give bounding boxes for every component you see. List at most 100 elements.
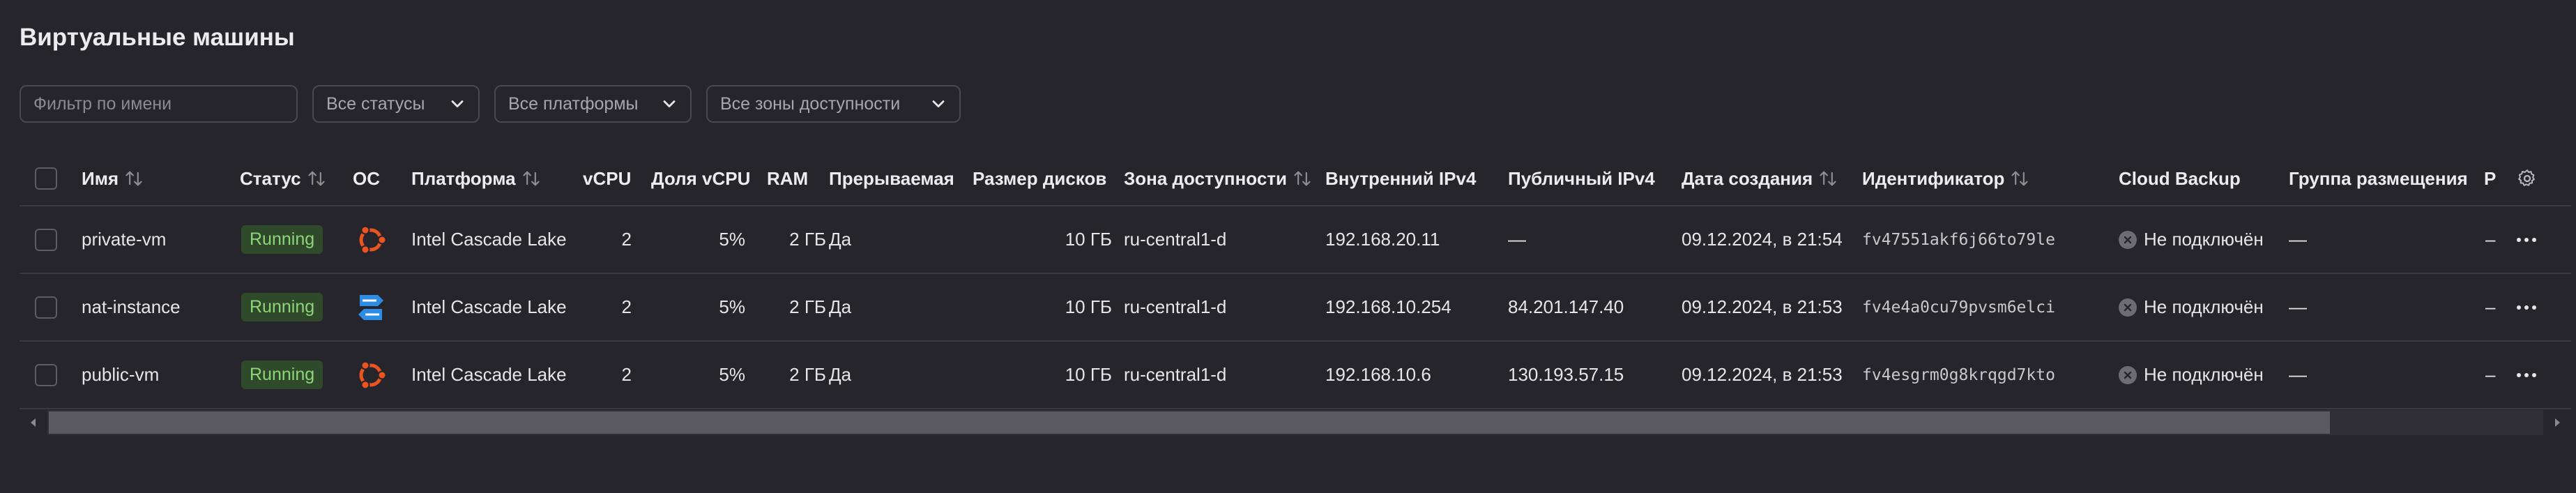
column-header-vcpu: vCPU [583,167,632,189]
platform-value: Intel Cascade Lake [411,229,567,250]
sort-icon[interactable] [124,169,144,188]
column-header-platform[interactable]: Платформа [411,152,541,205]
chevron-down-icon [929,94,948,114]
placement-value: — [2289,364,2307,385]
vm-id: fv4e4a0cu79pvsm6elci [1862,298,2055,317]
zone-value: ru-central1-d [1124,364,1227,385]
truncated-value: – [2485,364,2496,385]
vcpu-share-value: 5% [719,364,745,385]
placement-value: — [2289,296,2307,317]
column-header-id[interactable]: Идентификатор [1862,152,2029,205]
vcpu-value: 2 [621,296,632,317]
close-circle-icon [2119,298,2137,317]
truncated-value: – [2485,296,2496,317]
more-actions-icon[interactable] [2516,206,2537,273]
preemptible-value: Да [829,364,852,385]
status-badge: Running [241,225,323,254]
column-header-public-ip: Публичный IPv4 [1508,167,1655,189]
column-header-preemptible: Прерываемая [829,167,954,189]
ubuntu-icon [353,206,389,273]
column-header-internal-ip: Внутренний IPv4 [1325,167,1477,189]
vcpu-value: 2 [621,364,632,385]
public-ip-value: 84.201.147.40 [1508,296,1624,317]
preemptible-value: Да [829,229,852,250]
gear-icon[interactable] [2517,152,2538,205]
column-header-placement: Группа размещения [2289,167,2468,189]
column-header-truncated: Р [2484,167,2497,189]
column-header-os: ОС [353,167,380,189]
ubuntu-icon [353,342,389,408]
vm-name[interactable]: private-vm [82,206,166,273]
sort-icon[interactable] [307,169,326,188]
platform-select[interactable]: Все платформы [494,85,692,123]
internal-ip-value: 192.168.20.11 [1325,229,1440,250]
zone-value: ru-central1-d [1124,296,1227,317]
vcpu-value: 2 [621,229,632,250]
column-header-ram: RAM [767,167,809,189]
status-select[interactable]: Все статусы [312,85,480,123]
created-value: 09.12.2024, в 21:53 [1682,296,1843,317]
vm-table: Имя Статус ОС Платформа vCPU Доля vCPU R… [20,152,2571,409]
platform-select-value: Все платформы [508,93,639,114]
preemptible-value: Да [829,296,852,317]
chevron-down-icon [660,94,679,114]
table-row[interactable]: nat-instance Running Intel Cascade Lake … [20,274,2571,342]
scroll-right-icon[interactable] [2549,414,2566,431]
column-header-status[interactable]: Статус [240,152,326,205]
created-value: 09.12.2024, в 21:53 [1682,364,1843,385]
horizontal-scrollbar[interactable] [20,407,2571,438]
table-row[interactable]: private-vm Running Intel Cascade Lake 2 … [20,206,2571,274]
placement-value: — [2289,229,2307,250]
close-circle-icon [2119,365,2137,384]
zone-select[interactable]: Все зоны доступности [706,85,961,123]
truncated-value: – [2485,229,2496,250]
vm-id: fv4esgrm0g8krqgd7kto [1862,365,2055,384]
column-header-disk-size: Размер дисков [973,167,1107,189]
disk-size-value: 10 ГБ [1065,296,1112,317]
close-circle-icon [2119,230,2137,249]
row-checkbox[interactable] [35,363,57,386]
column-header-backup: Cloud Backup [2119,167,2241,189]
scrollbar-thumb[interactable] [49,411,2330,434]
created-value: 09.12.2024, в 21:54 [1682,229,1843,250]
vcpu-share-value: 5% [719,229,745,250]
platform-value: Intel Cascade Lake [411,364,567,385]
ram-value: 2 ГБ [789,364,826,385]
sort-icon[interactable] [1293,169,1312,188]
column-header-created[interactable]: Дата создания [1682,152,1838,205]
vm-id: fv47551akf6j66to79le [1862,230,2055,249]
status-badge: Running [241,293,323,321]
table-row[interactable]: public-vm Running Intel Cascade Lake 2 5… [20,342,2571,409]
sort-icon[interactable] [1818,169,1838,188]
zone-select-value: Все зоны доступности [720,93,901,114]
table-header-row: Имя Статус ОС Платформа vCPU Доля vCPU R… [20,152,2571,206]
platform-value: Intel Cascade Lake [411,296,567,317]
backup-status: Не подключён [2119,206,2264,273]
disk-size-value: 10 ГБ [1065,364,1112,385]
more-actions-icon[interactable] [2516,274,2537,340]
internal-ip-value: 192.168.10.254 [1325,296,1451,317]
ram-value: 2 ГБ [789,296,826,317]
status-badge: Running [241,361,323,389]
internal-ip-value: 192.168.10.6 [1325,364,1431,385]
select-all-checkbox-cell[interactable] [35,152,57,205]
column-header-zone[interactable]: Зона доступности [1124,152,1312,205]
backup-status: Не подключён [2119,342,2264,408]
more-actions-icon[interactable] [2516,342,2537,408]
nat-instance-icon [353,274,389,340]
select-all-checkbox[interactable] [35,167,57,190]
name-filter-input[interactable] [20,85,298,123]
zone-value: ru-central1-d [1124,229,1227,250]
sort-icon[interactable] [2010,169,2029,188]
disk-size-value: 10 ГБ [1065,229,1112,250]
vm-name[interactable]: nat-instance [82,274,181,340]
scroll-left-icon[interactable] [25,414,42,431]
sort-icon[interactable] [521,169,541,188]
ram-value: 2 ГБ [789,229,826,250]
row-checkbox[interactable] [35,228,57,251]
column-header-name[interactable]: Имя [82,152,144,205]
chevron-down-icon [448,94,467,114]
column-header-vcpu-share: Доля vCPU [651,167,751,189]
row-checkbox[interactable] [35,296,57,319]
vm-name[interactable]: public-vm [82,342,159,408]
